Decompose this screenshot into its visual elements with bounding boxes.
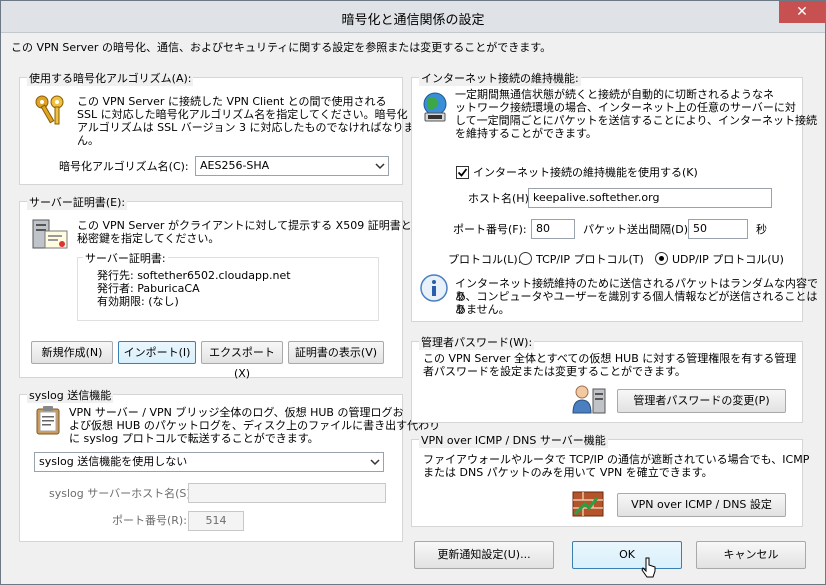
icmp-dns-settings-button[interactable]: VPN over ICMP / DNS 設定	[617, 493, 786, 517]
keepalive-desc-1: 一定期間無通信状態が続くと接続が自動的に切断されるようなネ	[455, 88, 774, 101]
keepalive-desc-3: して一定間隔ごとにパケットを送信することにより、インターネット接続	[455, 114, 818, 127]
cert-validity: 有効期限: (なし)	[97, 295, 179, 308]
keepalive-host-input[interactable]: keepalive.softether.org	[528, 188, 772, 208]
view-cert-button[interactable]: 証明書の表示(V)	[288, 341, 384, 364]
keepalive-host-label: ホスト名(H):	[468, 192, 533, 205]
cert-desc-2: 秘密鍵を指定してください。	[77, 232, 220, 245]
keepalive-interval-input[interactable]: 50	[688, 219, 748, 239]
cert-issuer: 発行者: PaburicaCA	[97, 282, 200, 295]
chevron-down-icon	[370, 459, 380, 466]
udp-radio-label[interactable]: UDP/IP プロトコル(U)	[672, 253, 784, 266]
syslog-group-label: syslog 送信機能	[27, 387, 114, 403]
import-cert-button[interactable]: インポート(I)	[118, 341, 196, 364]
admin-user-icon	[572, 385, 606, 414]
syslog-desc-1: VPN サーバー / VPN ブリッジ全体のログ、仮想 HUB の管理ログお	[69, 406, 404, 419]
admin-desc-1: この VPN Server 全体とすべての仮想 HUB に対する管理権限を有する…	[423, 352, 797, 365]
admin-desc-2: 者パスワードを設定または変更することができます。	[423, 365, 686, 378]
server-certificate-icon	[32, 219, 68, 249]
window-title: 暗号化と通信関係の設定	[341, 13, 485, 28]
syslog-host-input[interactable]	[188, 483, 386, 503]
syslog-port-input[interactable]: 514	[188, 511, 244, 531]
new-cert-button[interactable]: 新規作成(N)	[31, 341, 113, 364]
firewall-icon	[572, 491, 604, 517]
export-cert-button[interactable]: エクスポート(X)	[201, 341, 283, 380]
keepalive-enable-checkbox[interactable]	[456, 166, 469, 179]
icmp-group-label: VPN over ICMP / DNS サーバー機能	[419, 432, 608, 448]
crypto-desc-3: アルゴリズムは SSL バージョン 3 に対応したものでなければなりませ	[77, 121, 426, 134]
update-notification-button[interactable]: 更新通知設定(U)...	[414, 541, 554, 569]
icmp-desc-1: ファイアウォールやルータで TCP/IP の通信が遮断されている場合でも、ICM…	[423, 453, 810, 466]
keepalive-enable-label[interactable]: インターネット接続の維持機能を使用する(K)	[473, 166, 698, 179]
syslog-mode-select[interactable]: syslog 送信機能を使用しない	[34, 452, 384, 472]
syslog-port-label: ポート番号(R):	[112, 514, 187, 527]
algo-select-value: AES256-SHA	[200, 159, 270, 172]
change-admin-password-button[interactable]: 管理者パスワードの変更(P)	[617, 389, 786, 413]
crypto-desc-4: ん。	[77, 134, 99, 147]
syslog-desc-3: に syslog プロトコルで転送することができます。	[69, 432, 319, 445]
tcp-radio[interactable]	[519, 252, 532, 265]
crypto-desc-1: この VPN Server に接続した VPN Client との間で使用される	[77, 95, 387, 108]
syslog-host-label: syslog サーバーホスト名(S):	[49, 487, 195, 500]
keepalive-desc-4: を維持することができます。	[455, 127, 597, 140]
algo-select[interactable]: AES256-SHA	[195, 156, 389, 176]
cancel-button[interactable]: キャンセル	[696, 541, 806, 569]
cert-issued-to: 発行先: softether6502.cloudapp.net	[97, 269, 291, 282]
crypto-desc-2: SSL に対応した暗号化アルゴリズム名を指定してください。暗号化	[77, 108, 408, 121]
chevron-down-icon	[375, 163, 385, 170]
clipboard-icon	[36, 406, 60, 435]
keepalive-info-2: り、コンピュータやユーザーを識別する個人情報などが送信されることはあ	[455, 290, 818, 316]
cert-desc-1: この VPN Server がクライアントに対して提示する X509 証明書と	[77, 219, 412, 232]
title-bar[interactable]: 暗号化と通信関係の設定 ✕	[1, 1, 825, 33]
info-icon	[420, 274, 448, 302]
dialog-window: 暗号化と通信関係の設定 ✕ この VPN Server の暗号化、通信、およびセ…	[0, 0, 826, 585]
syslog-mode-value: syslog 送信機能を使用しない	[39, 455, 188, 468]
ok-button[interactable]: OK	[572, 541, 682, 569]
keepalive-info-3: りません。	[455, 303, 510, 316]
checkmark-icon	[457, 168, 468, 177]
keepalive-desc-2: ットワーク接続環境の場合、インターネット上の任意のサーバーに対	[455, 101, 796, 114]
keepalive-group-label: インターネット接続の維持機能:	[419, 70, 581, 86]
keepalive-port-input[interactable]: 80	[531, 219, 575, 239]
keepalive-protocol-label: プロトコル(L):	[448, 253, 522, 266]
mouse-cursor-icon	[641, 557, 656, 578]
udp-radio[interactable]	[655, 252, 668, 265]
syslog-desc-2: よび仮想 HUB のパケットログを、ディスク上のファイルに書き出す代わり	[69, 419, 441, 432]
cert-inner-label: サーバー証明書:	[83, 250, 168, 266]
keys-icon	[35, 95, 64, 125]
tcp-radio-label[interactable]: TCP/IP プロトコル(T)	[536, 253, 644, 266]
keepalive-interval-label: パケット送出間隔(D):	[583, 223, 692, 236]
close-button[interactable]: ✕	[779, 1, 825, 23]
cert-group-label: サーバー証明書(E):	[27, 194, 128, 210]
keepalive-port-label: ポート番号(F):	[453, 223, 527, 236]
globe-computer-icon	[423, 92, 447, 122]
algo-label: 暗号化アルゴリズム名(C):	[59, 160, 189, 173]
crypto-group-label: 使用する暗号化アルゴリズム(A):	[27, 70, 194, 86]
icmp-desc-2: または DNS パケットのみを用いて VPN を確立できます。	[423, 466, 713, 479]
intro-text: この VPN Server の暗号化、通信、およびセキュリティに関する設定を参照…	[11, 41, 552, 54]
admin-group-label: 管理者パスワード(W):	[419, 334, 535, 350]
keepalive-interval-unit: 秒	[756, 223, 767, 236]
